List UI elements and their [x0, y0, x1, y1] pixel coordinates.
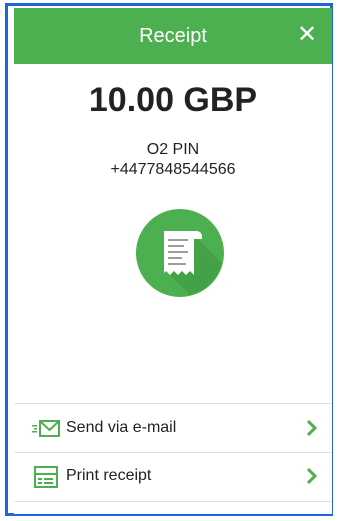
- send-email-button[interactable]: Send via e-mail: [14, 406, 332, 452]
- amount-text: 10.00 GBP: [88, 81, 258, 119]
- divider: [14, 403, 332, 404]
- product-name: O2 PIN: [146, 141, 200, 158]
- email-icon: [32, 420, 60, 437]
- dialog-header: Receipt ✕: [14, 8, 332, 64]
- close-button[interactable]: ✕: [292, 20, 322, 50]
- phone-number: +4477848544566: [110, 161, 236, 178]
- receipt-icon: [136, 209, 224, 297]
- receipt-dialog: Receipt ✕ 10.00 GBP O2 PIN +447784854456…: [14, 8, 332, 514]
- chevron-right-icon: [306, 419, 318, 437]
- divider: [14, 452, 332, 453]
- send-email-label: Send via e-mail: [66, 419, 177, 436]
- print-receipt-label: Print receipt: [66, 467, 152, 484]
- chevron-right-icon: [306, 467, 318, 485]
- dialog-title: Receipt: [139, 25, 207, 47]
- divider: [14, 501, 332, 502]
- print-icon: [34, 466, 58, 488]
- print-receipt-button[interactable]: Print receipt: [14, 454, 332, 500]
